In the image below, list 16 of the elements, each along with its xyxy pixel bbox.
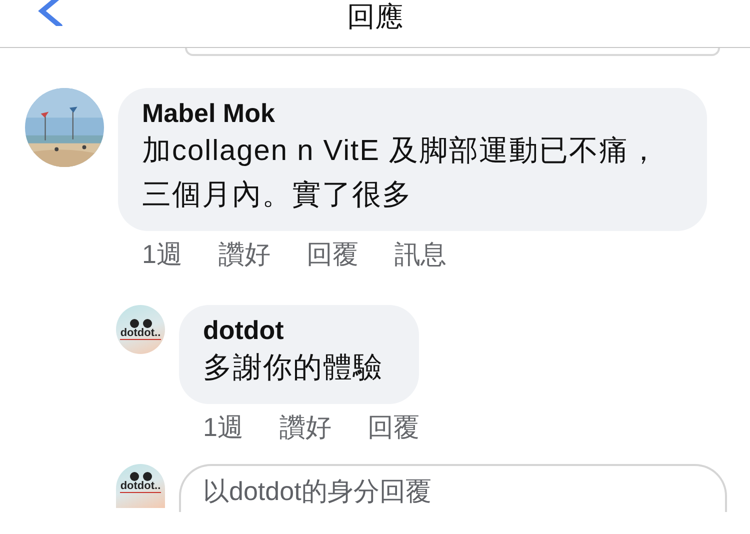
dotdot-logo: dotdot.. [116, 305, 165, 354]
action-link[interactable]: 回覆 [367, 414, 420, 440]
author-name: dotdot [203, 315, 285, 346]
dotdot-logo: dotdot.. [116, 464, 165, 508]
timestamp: 1週 [203, 414, 244, 440]
action-link[interactable]: 訊息 [394, 241, 446, 268]
back-icon[interactable] [36, 0, 64, 26]
reply-field[interactable]: 以dotdot的身分回覆 [179, 464, 727, 512]
comment-text: 加collagen n VitE 及脚部運動已不痛，三個月內。實了很多 [142, 134, 660, 214]
comment-text: 多謝你的體驗 [203, 351, 384, 386]
action-link[interactable]: 讚好 [218, 241, 270, 268]
author-name: Mabel Mok [142, 98, 276, 130]
action-link[interactable]: 回覆 [306, 241, 358, 268]
action-link[interactable]: 讚好 [279, 414, 332, 440]
timestamp: 1週 [142, 241, 182, 268]
page-title: 回應 [347, 2, 403, 34]
